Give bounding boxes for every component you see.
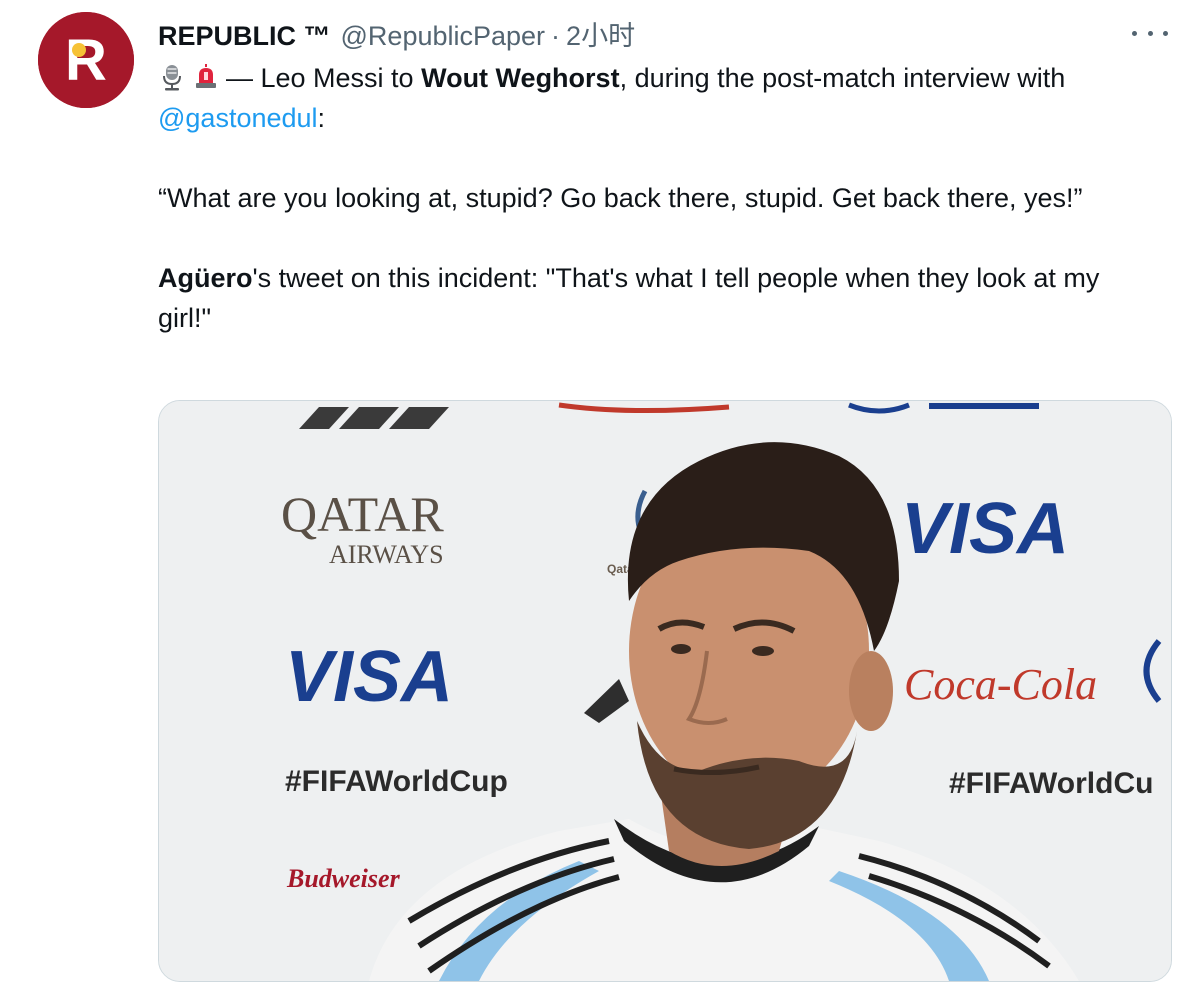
user-handle[interactable]: @RepublicPaper bbox=[341, 21, 546, 52]
weghorst-name: Wout Weghorst bbox=[421, 63, 620, 93]
budweiser-logo: Budweiser bbox=[286, 864, 401, 893]
tweet-paragraph-3: Agüero's tweet on this incident: "That's… bbox=[158, 258, 1158, 338]
tweet-media-image[interactable]: QATAR AIRWAYS VISA #FIFAWorldCup Budweis… bbox=[158, 400, 1172, 982]
hashtag-left: #FIFAWorldCup bbox=[285, 765, 508, 798]
cocacola-logo: Coca-Cola bbox=[904, 660, 1097, 709]
qatar-airways-logo: QATAR bbox=[281, 486, 444, 542]
hashtag-right: #FIFAWorldCu bbox=[949, 767, 1153, 800]
tweet-text-colon: : bbox=[317, 103, 326, 133]
studio-microphone-icon bbox=[163, 65, 181, 91]
tweet-card[interactable]: R REPUBLIC ™ @RepublicPaper · 2小时 — Leo … bbox=[0, 0, 1186, 982]
aguero-quote-text: 's tweet on this incident: "That's what … bbox=[158, 263, 1100, 333]
republic-logo-icon: R bbox=[38, 12, 134, 108]
aguero-name: Agüero bbox=[158, 263, 253, 293]
more-options-button[interactable] bbox=[1132, 28, 1168, 38]
avatar-letter: R bbox=[65, 28, 107, 93]
mention-link[interactable]: @gastonedul bbox=[158, 103, 318, 133]
avatar[interactable]: R bbox=[38, 12, 134, 108]
tweet-quote: “What are you looking at, stupid? Go bac… bbox=[158, 183, 1083, 213]
display-name[interactable]: REPUBLIC ™ bbox=[158, 21, 331, 52]
tweet-timestamp[interactable]: 2小时 bbox=[566, 14, 635, 53]
more-horizontal-icon bbox=[1132, 30, 1137, 36]
more-horizontal-icon bbox=[1163, 30, 1168, 36]
tweet-text: — Leo Messi to Wout Weghorst, during the… bbox=[158, 58, 1158, 338]
rotating-light-icon bbox=[196, 64, 216, 88]
tweet-text-suffix: , during the post-match interview with bbox=[619, 63, 1066, 93]
visa-logo-left: VISA bbox=[285, 637, 453, 717]
separator-dot: · bbox=[551, 21, 561, 51]
tweet-header: REPUBLIC ™ @RepublicPaper · 2小时 bbox=[158, 14, 635, 53]
visa-logo-right: VISA bbox=[901, 489, 1069, 569]
interview-photo: QATAR AIRWAYS VISA #FIFAWorldCup Budweis… bbox=[159, 401, 1171, 981]
airways-logo-text: AIRWAYS bbox=[329, 540, 444, 569]
tweet-text-prefix: — Leo Messi to bbox=[226, 63, 422, 93]
more-horizontal-icon bbox=[1147, 30, 1153, 36]
tweet-paragraph-1: — Leo Messi to Wout Weghorst, during the… bbox=[158, 58, 1158, 138]
